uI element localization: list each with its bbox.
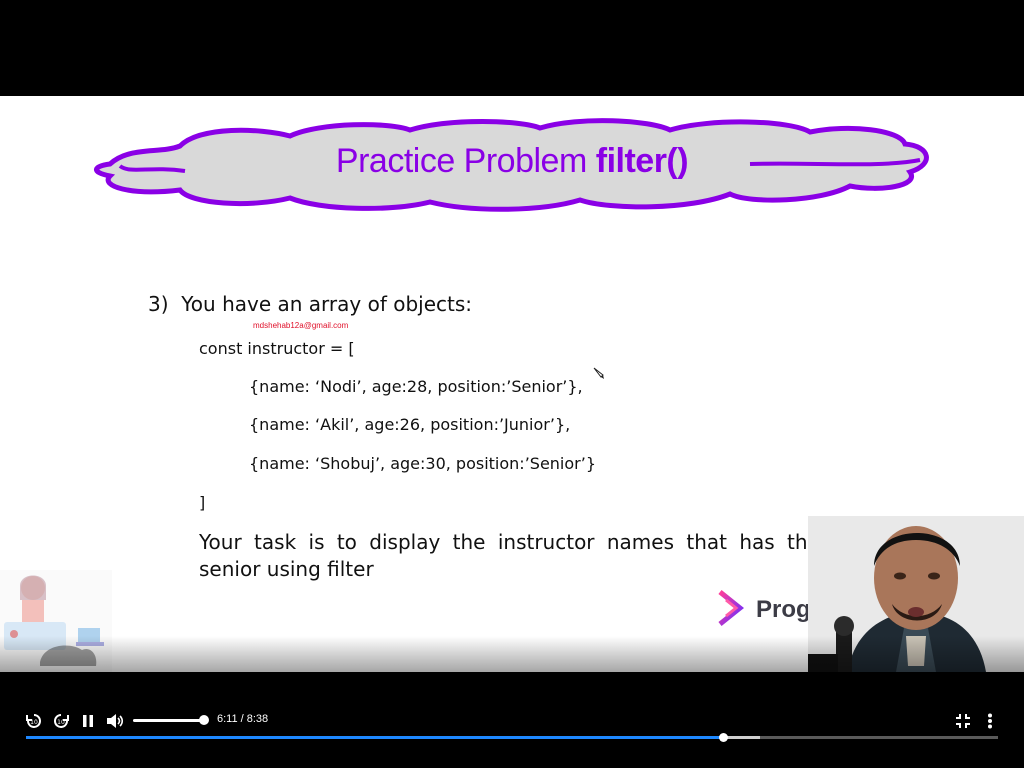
svg-text:10: 10 (57, 719, 65, 726)
problem-number: 3) (148, 292, 169, 316)
email-watermark: mdshehab12a@gmail.com (253, 321, 349, 330)
volume-slider-track[interactable] (133, 719, 205, 722)
progress-played (26, 736, 724, 739)
controls-gradient-overlay (0, 636, 1024, 672)
task-line-1: Your task is to display the instructor n… (199, 530, 887, 554)
volume-button[interactable] (104, 710, 126, 732)
volume-slider-handle[interactable] (199, 715, 209, 725)
more-options-button[interactable] (979, 710, 1001, 732)
exit-fullscreen-button[interactable] (952, 710, 974, 732)
svg-text:10: 10 (30, 719, 38, 726)
code-line-object-2: {name: ‘Akil’, age:26, position:’Junior’… (249, 415, 571, 434)
more-options-icon (988, 713, 992, 729)
task-description: Your task is to display the instructor n… (199, 529, 899, 583)
problem-statement: 3) You have an array of objects: (148, 292, 472, 316)
forward-10-button[interactable]: 10 (50, 710, 72, 732)
pause-icon (83, 715, 93, 727)
replay-10-button[interactable]: 10 (23, 710, 45, 732)
slide-title: Practice Problem filter() (0, 142, 1024, 181)
exit-fullscreen-icon (956, 714, 970, 728)
video-frame[interactable]: Practice Problem filter() 3) You have an… (0, 96, 1024, 672)
progress-scrubber-handle[interactable] (719, 733, 729, 742)
code-line-declaration: const instructor = [ (199, 339, 355, 358)
code-line-close: ] (199, 493, 206, 512)
programming-hero-logo-icon (709, 590, 744, 630)
pause-button[interactable] (77, 710, 99, 732)
progress-bar[interactable] (26, 733, 998, 742)
replay-10-icon: 10 (26, 714, 41, 728)
video-player-controls: 10 10 6:11 / 8:38 (0, 672, 1024, 768)
problem-text: You have an array of objects: (181, 292, 473, 316)
time-display: 6:11 / 8:38 (217, 713, 269, 725)
title-bold-text: filter() (595, 142, 689, 180)
title-regular-text: Practice Problem (335, 142, 596, 180)
volume-icon (107, 714, 124, 728)
pen-cursor-icon (593, 367, 604, 379)
code-line-object-3: {name: ‘Shobuj’, age:30, position:’Senio… (249, 454, 596, 473)
code-line-object-1: {name: ‘Nodi’, age:28, position:’Senior’… (249, 377, 583, 396)
task-line-2: senior using filter (199, 557, 374, 581)
forward-10-icon: 10 (54, 714, 69, 728)
